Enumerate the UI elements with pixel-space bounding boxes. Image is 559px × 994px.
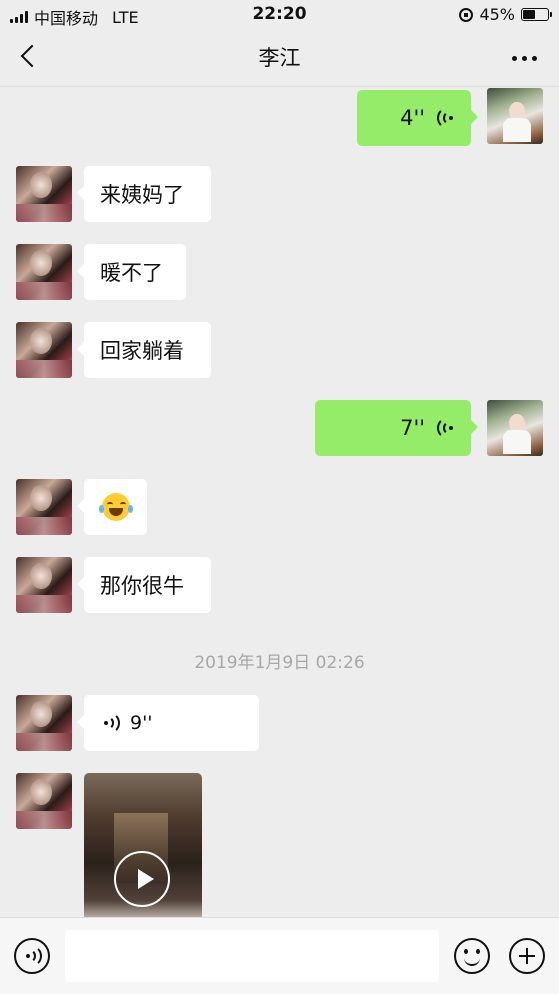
my-voice-message[interactable]: 4'' [357, 90, 478, 146]
contact-avatar[interactable] [16, 479, 72, 535]
voice-wave-icon [24, 945, 42, 967]
emoji-message[interactable] [77, 479, 147, 535]
text-message[interactable]: 回家躺着 [77, 322, 211, 378]
contact-avatar[interactable] [16, 557, 72, 613]
chat-header: 李江 [0, 30, 559, 87]
message-input[interactable] [65, 930, 439, 982]
text-message[interactable]: 来姨妈了 [77, 166, 211, 222]
voice-wave-icon [102, 712, 120, 734]
tears-of-joy-emoji-icon [98, 493, 133, 521]
message-text: 暖不了 [100, 261, 163, 285]
voice-duration: 4'' [400, 106, 425, 130]
voice-duration: 7'' [400, 416, 425, 440]
contact-avatar[interactable] [16, 244, 72, 300]
video-message[interactable] [84, 773, 202, 917]
contact-avatar[interactable] [16, 322, 72, 378]
contact-avatar[interactable] [16, 166, 72, 222]
voice-duration: 9'' [130, 712, 153, 734]
timestamp: 2019年1月9日 02:26 [194, 653, 365, 673]
emoji-icon[interactable] [454, 938, 490, 974]
my-voice-message[interactable]: 7'' [315, 400, 478, 456]
contact-avatar[interactable] [16, 773, 72, 829]
chat-title: 李江 [258, 46, 301, 70]
voice-wave-icon [437, 107, 459, 129]
voice-wave-icon [437, 417, 459, 439]
my-avatar[interactable] [487, 88, 543, 144]
play-icon[interactable] [114, 851, 170, 907]
battery-icon [521, 8, 552, 21]
text-message[interactable]: 暖不了 [77, 244, 186, 300]
orientation-lock-icon [459, 7, 474, 22]
plus-icon[interactable] [509, 938, 545, 974]
status-right: 45% [459, 5, 552, 24]
voice-input-icon[interactable] [14, 938, 50, 974]
status-bar: 中国移动 LTE 22:20 45% [0, 0, 559, 30]
input-bar [0, 917, 559, 994]
message-text: 来姨妈了 [100, 183, 184, 207]
text-message[interactable]: 那你很牛 [77, 557, 211, 613]
message-text: 那你很牛 [100, 574, 184, 598]
my-avatar[interactable] [487, 400, 543, 456]
contact-avatar[interactable] [16, 695, 72, 751]
message-text: 回家躺着 [100, 339, 184, 363]
voice-message[interactable]: 9'' [77, 695, 259, 751]
battery-percent: 45% [479, 5, 515, 24]
more-dots-icon[interactable] [512, 56, 537, 61]
message-list[interactable]: 4'' 来姨妈了 暖不了 回家躺着 7'' 那你很牛 2019年1月9日 02:… [0, 87, 559, 917]
